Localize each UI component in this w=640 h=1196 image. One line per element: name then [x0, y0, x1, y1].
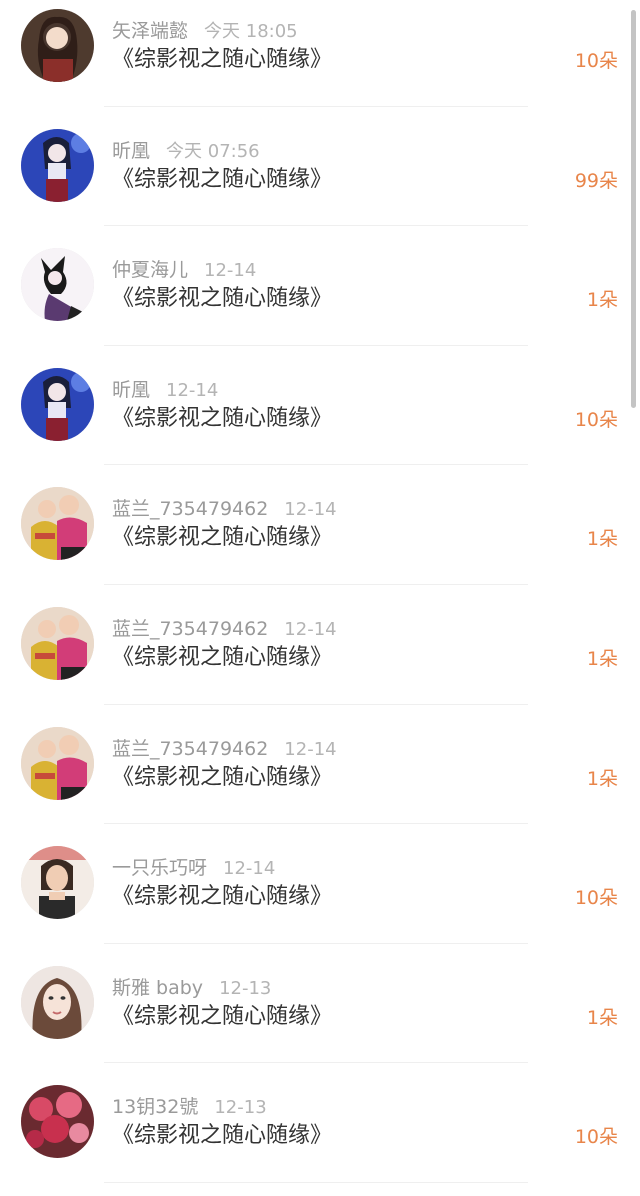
divider [104, 703, 528, 705]
username[interactable]: 一只乐巧呀 [112, 857, 207, 879]
timestamp: 今天 07:56 [166, 140, 260, 162]
book-title[interactable]: 《综影视之随心随缘》 [112, 284, 332, 314]
item-meta: 仲夏海儿 12-14 [112, 257, 256, 284]
avatar-children-photo-icon[interactable] [21, 726, 94, 800]
flower-count: 10朵 [574, 50, 618, 72]
item-meta: 一只乐巧呀 12-14 [112, 855, 275, 882]
flower-count: 1朵 [586, 1006, 618, 1029]
book-title[interactable]: 《综影视之随心随缘》 [112, 1002, 332, 1032]
list-item[interactable]: 矢泽端懿 今天 18:05 《综影视之随心随缘》 10朵 [0, 0, 640, 120]
book-title[interactable]: 《综影视之随心随缘》 [112, 523, 332, 553]
username[interactable]: 昕凰 [112, 379, 150, 401]
flower-count: 10朵 [574, 1126, 618, 1149]
username[interactable]: 斯雅 baby [112, 977, 203, 999]
timestamp: 12-14 [284, 499, 337, 521]
list-item[interactable]: 蓝兰_735479462 12-14 《综影视之随心随缘》 1朵 [0, 478, 640, 598]
list-item[interactable]: 昕凰 今天 07:56 《综影视之随心随缘》 99朵 [0, 120, 640, 240]
list-item[interactable]: 昕凰 12-14 《综影视之随心随缘》 10朵 [0, 359, 640, 479]
item-meta: 斯雅 baby 12-13 [112, 975, 271, 1002]
divider [104, 225, 528, 227]
timestamp: 12-13 [214, 1097, 267, 1119]
timestamp: 今天 18:05 [204, 21, 298, 42]
username[interactable]: 蓝兰_735479462 [112, 618, 268, 640]
book-title[interactable]: 《综影视之随心随缘》 [112, 404, 332, 434]
list-item[interactable]: 13钥32號 12-13 《综影视之随心随缘》 10朵 [0, 1076, 640, 1196]
item-meta: 13钥32號 12-13 [112, 1094, 267, 1121]
divider [104, 823, 528, 825]
avatar-children-photo-icon[interactable] [21, 606, 94, 680]
book-title[interactable]: 《综影视之随心随缘》 [112, 763, 332, 793]
username[interactable]: 蓝兰_735479462 [112, 738, 268, 760]
avatar-woman-closeup-icon[interactable] [21, 965, 94, 1039]
flower-count: 1朵 [586, 767, 618, 790]
flower-count: 1朵 [586, 289, 618, 312]
item-meta: 蓝兰_735479462 12-14 [112, 496, 337, 523]
avatar-woman-portrait-icon[interactable] [21, 9, 94, 82]
item-meta: 蓝兰_735479462 12-14 [112, 736, 337, 763]
username[interactable]: 13钥32號 [112, 1096, 198, 1118]
username[interactable]: 昕凰 [112, 140, 150, 162]
avatar-anime-girl-icon[interactable] [21, 128, 94, 202]
list-item[interactable]: 蓝兰_735479462 12-14 《综影视之随心随缘》 1朵 [0, 598, 640, 718]
flower-count: 10朵 [574, 887, 618, 910]
flower-count: 99朵 [574, 169, 618, 192]
book-title[interactable]: 《综影视之随心随缘》 [112, 882, 332, 912]
divider [104, 1062, 528, 1064]
timestamp: 12-14 [284, 738, 337, 760]
list-item[interactable]: 斯雅 baby 12-13 《综影视之随心随缘》 1朵 [0, 957, 640, 1077]
item-meta: 矢泽端懿 今天 18:05 [112, 18, 298, 45]
book-title[interactable]: 《综影视之随心随缘》 [112, 643, 332, 673]
item-meta: 蓝兰_735479462 12-14 [112, 616, 337, 643]
divider [104, 942, 528, 944]
avatar-woman-selfie-icon[interactable] [21, 846, 94, 920]
divider [104, 464, 528, 466]
item-meta: 昕凰 12-14 [112, 377, 218, 404]
divider [104, 344, 528, 346]
username[interactable]: 蓝兰_735479462 [112, 498, 268, 520]
book-title[interactable]: 《综影视之随心随缘》 [112, 1121, 332, 1151]
flower-gift-list: 矢泽端懿 今天 18:05 《综影视之随心随缘》 10朵 昕凰 今天 07:56 《综影视之… [0, 0, 640, 1196]
avatar-children-photo-icon[interactable] [21, 487, 94, 561]
list-item[interactable]: 蓝兰_735479462 12-14 《综影视之随心随缘》 1朵 [0, 718, 640, 838]
timestamp: 12-14 [204, 260, 257, 282]
timestamp: 12-14 [166, 379, 219, 401]
timestamp: 12-14 [284, 618, 337, 640]
timestamp: 12-13 [219, 977, 272, 999]
book-title[interactable]: 《综影视之随心随缘》 [112, 45, 332, 75]
divider [104, 105, 528, 107]
flower-count: 1朵 [586, 647, 618, 670]
divider [104, 1181, 528, 1183]
scrollbar[interactable] [631, 10, 636, 408]
divider [104, 583, 528, 585]
avatar-flowers-photo-icon[interactable] [21, 1085, 94, 1159]
list-item[interactable]: 一只乐巧呀 12-14 《综影视之随心随缘》 10朵 [0, 837, 640, 957]
item-meta: 昕凰 今天 07:56 [112, 138, 260, 165]
timestamp: 12-14 [223, 858, 276, 880]
book-title[interactable]: 《综影视之随心随缘》 [112, 165, 332, 195]
avatar-anime-girl-icon[interactable] [21, 367, 94, 441]
list-item[interactable]: 仲夏海儿 12-14 《综影视之随心随缘》 1朵 [0, 239, 640, 359]
username[interactable]: 仲夏海儿 [112, 259, 188, 281]
flower-count: 1朵 [586, 528, 618, 551]
username[interactable]: 矢泽端懿 [112, 20, 188, 42]
flower-count: 10朵 [574, 408, 618, 431]
avatar-anime-sketch-icon[interactable] [21, 248, 94, 322]
